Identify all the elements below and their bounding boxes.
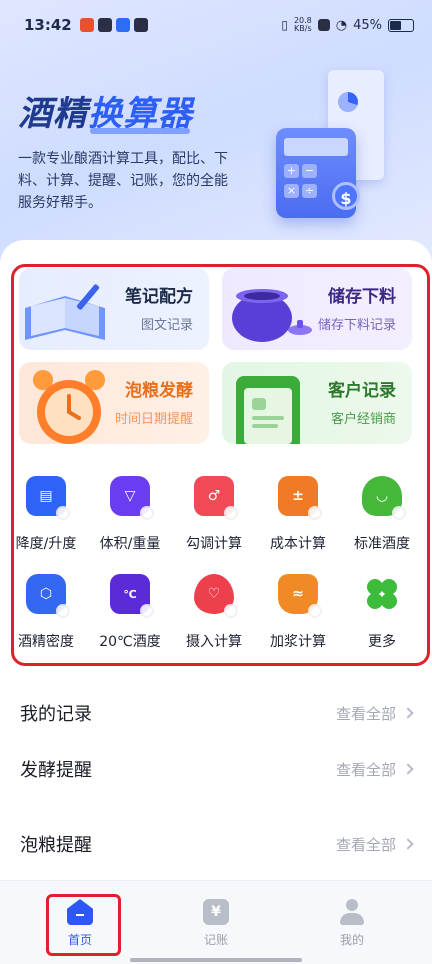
status-time: 13:42	[24, 16, 72, 34]
row-soaking-reminder[interactable]: 泡粮提醒 查看全部	[0, 819, 432, 869]
pie-chart-icon	[338, 92, 358, 112]
row-my-records[interactable]: 我的记录 查看全部	[0, 688, 432, 738]
title-underline	[90, 128, 190, 134]
view-all-link[interactable]: 查看全部	[336, 703, 414, 724]
chevron-right-icon	[402, 838, 414, 850]
view-all-link[interactable]: 查看全部	[336, 759, 414, 780]
chevron-right-icon	[402, 763, 414, 775]
user-icon	[339, 899, 365, 925]
calculator-illustration: + − × ÷ $	[276, 70, 406, 220]
tab-ledger[interactable]: ¥ 记账	[176, 881, 256, 964]
row-fermentation-reminder[interactable]: 发酵提醒 查看全部	[0, 744, 432, 794]
network-speed: 20.8 KB/s	[293, 16, 312, 33]
sim-icon	[317, 19, 330, 31]
battery-icon	[388, 18, 414, 32]
notification-app-icon	[115, 18, 130, 32]
chevron-right-icon	[402, 707, 414, 719]
notification-app-icon	[133, 18, 148, 32]
gesture-home-indicator	[130, 958, 302, 962]
battery-percent: 45%	[353, 17, 382, 33]
app-description: 一款专业酿酒计算工具，配比、下料、计算、提醒、记账，您的全能服务好帮手。	[18, 151, 228, 211]
notification-app-icon	[97, 18, 112, 32]
notification-app-icon	[79, 18, 94, 32]
ledger-icon: ¥	[203, 899, 229, 925]
vibrate-icon: ▯	[281, 18, 288, 32]
status-bar: 13:42 ▯ 20.8 KB/s ◔ 45%	[0, 0, 432, 50]
home-tab-highlight-frame	[46, 894, 121, 956]
coin-icon: $	[332, 182, 360, 210]
wifi-icon: ◔	[335, 17, 348, 33]
tab-me[interactable]: 我的	[312, 881, 392, 964]
view-all-link[interactable]: 查看全部	[336, 834, 414, 855]
features-highlight-frame	[11, 264, 430, 666]
